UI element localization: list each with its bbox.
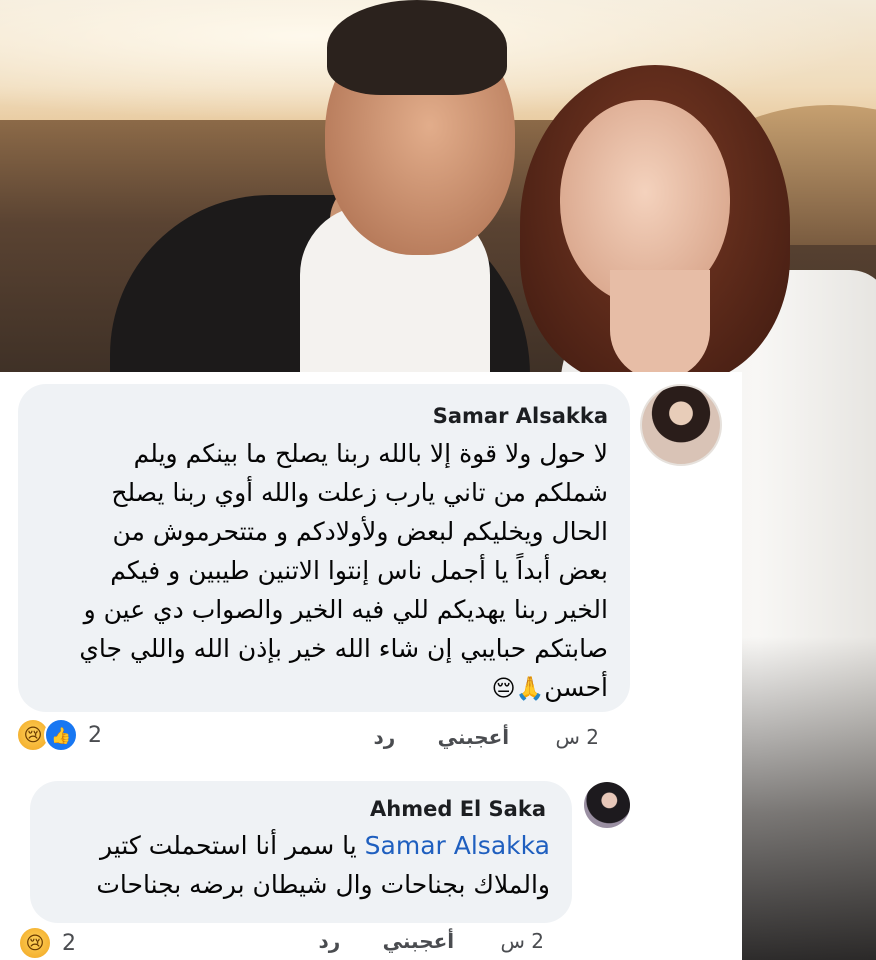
comment-text: لا حول ولا قوة إلا بالله ربنا يصلح ما بي… <box>79 439 608 702</box>
like-button[interactable]: أعجبني <box>438 725 510 749</box>
comment-time[interactable]: 2 س <box>555 725 599 749</box>
comment-bubble: Samar Alsakka لا حول ولا قوة إلا بالله ر… <box>18 384 630 712</box>
mention-link[interactable]: Samar Alsakka <box>365 831 550 860</box>
reaction-summary[interactable]: 😢 👍 2 <box>16 718 102 752</box>
comment-actions: 2 س أعجبني رد <box>318 929 544 953</box>
like-button[interactable]: أعجبني <box>383 929 455 953</box>
comment-actions: 2 س أعجبني رد <box>373 725 599 749</box>
sad-reaction-icon: 😢 <box>18 926 52 960</box>
reaction-count: 2 <box>88 722 102 748</box>
reply-button[interactable]: رد <box>373 725 395 749</box>
reaction-summary[interactable]: 😢 2 <box>18 926 76 960</box>
comment-author[interactable]: Samar Alsakka <box>433 404 608 428</box>
comment-time[interactable]: 2 س <box>500 929 544 953</box>
like-reaction-icon: 👍 <box>44 718 78 752</box>
comment-text: Samar Alsakka يا سمر أنا استحملت كتير وا… <box>96 831 550 899</box>
reaction-count: 2 <box>62 930 76 956</box>
avatar[interactable] <box>584 782 630 828</box>
comment-bubble: Ahmed El Saka Samar Alsakka يا سمر أنا ا… <box>30 781 572 923</box>
pray-sad-emoji: 🙏😔 <box>491 676 545 702</box>
avatar[interactable] <box>640 384 722 466</box>
comment-author[interactable]: Ahmed El Saka <box>370 797 546 821</box>
reply-button[interactable]: رد <box>318 929 340 953</box>
comments-panel: Samar Alsakka لا حول ولا قوة إلا بالله ر… <box>0 372 742 960</box>
